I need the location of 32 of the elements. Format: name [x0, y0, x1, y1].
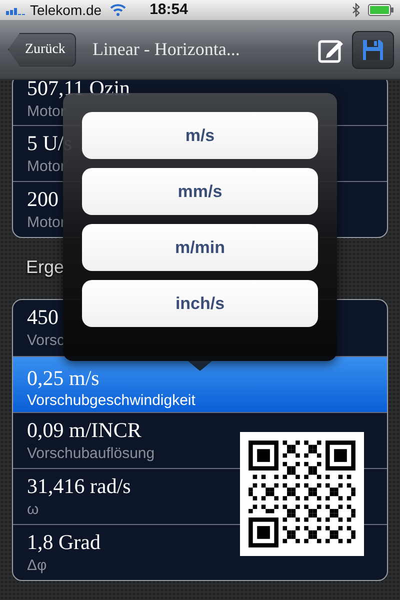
row-value: 1,8 Grad: [27, 529, 100, 555]
row-value: 31,416 rad/s: [27, 473, 131, 499]
row-value: 450: [27, 304, 58, 330]
battery-icon: [368, 4, 394, 16]
section-header: Erge: [26, 256, 64, 279]
row-value: 507,11 Ozin: [27, 80, 130, 101]
status-time: 18:54: [150, 0, 188, 20]
carrier-name: Telekom.de: [30, 0, 102, 20]
row-label: Δφ: [27, 556, 47, 576]
unit-option[interactable]: m/min: [82, 224, 318, 271]
row-label: Motor: [27, 157, 66, 177]
save-button[interactable]: [352, 30, 394, 68]
popover-arrow: [188, 361, 212, 371]
row-label: Vorschubgeschwindigkeit: [27, 391, 196, 411]
unit-option[interactable]: m/s: [82, 112, 318, 159]
bluetooth-icon: [352, 3, 360, 17]
row-label: ω: [27, 500, 39, 520]
signal-icon: [6, 5, 26, 15]
row-label: Vorsc: [27, 331, 65, 351]
row-label: Vorschubauflösung: [27, 444, 155, 464]
unit-option[interactable]: inch/s: [82, 280, 318, 327]
row-label: Motor: [27, 102, 66, 122]
table-row[interactable]: 0,25 m/s Vorschubgeschwindigkeit: [13, 356, 387, 412]
row-value: 0,09 m/INCR: [27, 417, 142, 443]
row-value: 0,25 m/s: [27, 366, 100, 390]
wifi-icon: [110, 4, 126, 16]
unit-option[interactable]: mm/s: [82, 168, 318, 215]
back-button[interactable]: Zurück: [8, 32, 76, 66]
row-value: 200: [27, 186, 58, 212]
screen-title: Linear - Horizonta...: [92, 38, 241, 61]
row-value: 5 U/s: [27, 130, 72, 156]
row-label: Motor: [27, 213, 66, 233]
